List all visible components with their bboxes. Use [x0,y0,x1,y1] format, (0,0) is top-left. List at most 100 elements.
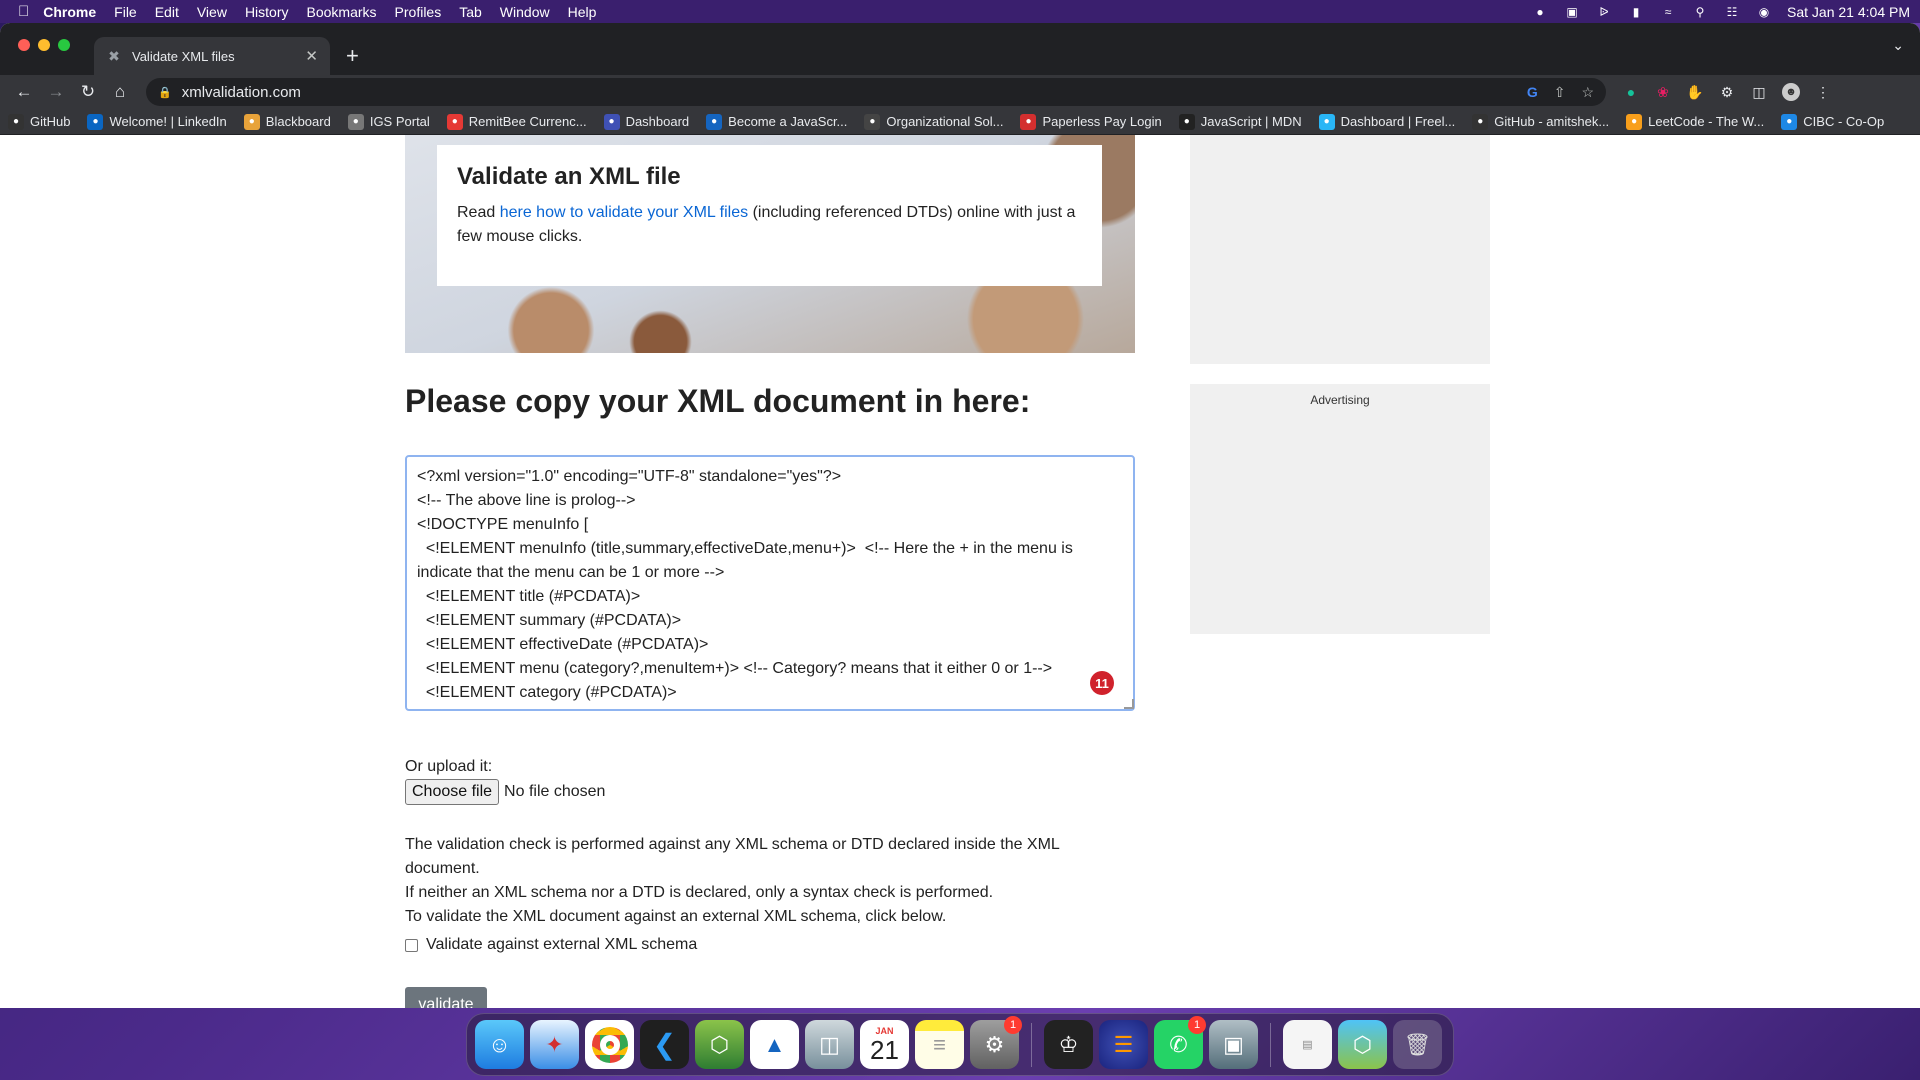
lock-icon[interactable]: 🔒 [158,86,172,99]
menu-window[interactable]: Window [500,4,550,20]
bookmark-item[interactable]: ● GitHub - amitshek... [1472,113,1609,130]
external-schema-label[interactable]: Validate against external XML schema [426,936,697,954]
menu-file[interactable]: File [114,4,137,20]
minimize-window-button[interactable] [38,39,50,51]
bookmark-item[interactable]: ● CIBC - Co-Op [1781,113,1885,130]
android-studio-doc-icon[interactable]: ⬡ [1338,1020,1387,1069]
display-icon[interactable]: ▣ [1563,5,1581,19]
bookmark-label: Paperless Pay Login [1042,114,1162,129]
bookmark-item[interactable]: ● Blackboard [243,113,331,130]
page-title: Please copy your XML document in here: [405,383,1031,419]
color-extension-icon[interactable]: ❀ [1654,83,1672,101]
close-window-button[interactable] [18,39,30,51]
bookmark-item[interactable]: ● Paperless Pay Login [1020,113,1162,130]
textarea-resize-handle[interactable] [1124,699,1134,709]
share-icon[interactable]: ⇧ [1554,84,1566,101]
menu-history[interactable]: History [245,4,289,20]
choose-file-button[interactable]: Choose file [405,779,500,805]
external-schema-checkbox[interactable] [405,938,418,952]
info-line-1: The validation check is performed agains… [405,836,1060,877]
bookmark-item[interactable]: ● Welcome! | LinkedIn [87,113,227,130]
url-text[interactable]: xmlvalidation.com [182,84,301,101]
dashboard-icon: ● [603,113,620,130]
menu-help[interactable]: Help [568,4,597,20]
app-store-icon[interactable]: ▲ [750,1020,799,1069]
battery-icon[interactable]: ▮ [1627,5,1645,19]
screen-record-icon[interactable]: ● [1531,5,1549,19]
validate-howto-link[interactable]: here how to validate your XML files [500,204,748,221]
keychain-icon[interactable]: ♔ [1044,1020,1093,1069]
tab-active[interactable]: ✖ Validate XML files ✕ [94,37,330,75]
whatsapp-icon[interactable]: ✆ 1 [1154,1016,1206,1069]
bookmark-label: Dashboard | Freel... [1340,114,1456,129]
hero-banner: Validate an XML file Read here how to va… [405,135,1135,353]
bookmark-item[interactable]: ● Dashboard | Freel... [1318,113,1456,130]
tab-search-chevron-icon[interactable]: ⌄ [1892,37,1904,54]
chrome-icon[interactable] [585,1020,634,1069]
bookmark-item[interactable]: ● RemitBee Currenc... [446,113,587,130]
validate-button[interactable]: validate [405,987,487,1008]
bluetooth-icon[interactable]: ᐉ [1595,5,1613,19]
bookmark-item[interactable]: ● JavaScript | MDN [1178,113,1302,130]
external-schema-option[interactable]: Validate against external XML schema [405,936,697,954]
siri-icon[interactable]: ◉ [1755,5,1773,19]
menu-clock[interactable]: Sat Jan 21 4:04 PM [1787,4,1910,20]
info-line-2: If neither an XML schema nor a DTD is de… [405,884,994,901]
forward-icon[interactable]: → [40,82,72,102]
close-tab-icon[interactable]: ✕ [305,47,318,65]
system-settings-icon[interactable]: ⚙ 1 [970,1016,1022,1069]
menu-tab[interactable]: Tab [459,4,482,20]
menu-edit[interactable]: Edit [155,4,179,20]
menu-bookmarks[interactable]: Bookmarks [307,4,377,20]
bookmark-item[interactable]: ● Dashboard [603,113,689,130]
extensions-puzzle-icon[interactable]: ⚙ [1718,83,1736,101]
macos-dock: ☺ ✦ ❮ ⬡ ▲ ◫ JAN 21 ≡ ⚙ 1 ♔ ☰ ✆ 1 ▣ ▤ ⬡ 🗑 [466,1013,1454,1076]
bookmark-item[interactable]: ● IGS Portal [347,113,430,130]
macos-menu-bar:  Chrome File Edit View History Bookmark… [0,0,1920,23]
bookmark-item[interactable]: ● Become a JavaScr... [706,113,847,130]
reload-icon[interactable]: ↻ [72,82,104,102]
safari-icon[interactable]: ✦ [530,1020,579,1069]
back-icon[interactable]: ← [8,82,40,102]
home-icon[interactable]: ⌂ [104,82,136,102]
control-center-icon[interactable]: ☷ [1723,5,1741,19]
xml-textarea[interactable]: <?xml version="1.0" encoding="UTF-8" sta… [405,455,1135,711]
eclipse-icon[interactable]: ☰ [1099,1020,1148,1069]
chrome-menu-icon[interactable]: ⋮ [1814,83,1832,101]
side-panel-icon[interactable]: ◫ [1750,83,1768,101]
grammarly-badge[interactable]: 11 [1090,671,1114,695]
profile-avatar[interactable]: ☻ [1782,83,1800,101]
database-icon[interactable]: ◫ [805,1020,854,1069]
bookmark-item[interactable]: ● GitHub [8,113,70,130]
menu-app-name[interactable]: Chrome [43,4,96,20]
remitbee-icon: ● [446,113,463,130]
adblock-extension-icon[interactable]: ✋ [1686,83,1704,101]
trash-icon[interactable]: 🗑 [1393,1020,1442,1069]
google-lens-icon[interactable]: G [1527,84,1538,101]
menu-profiles[interactable]: Profiles [395,4,442,20]
android-studio-icon[interactable]: ⬡ [695,1020,744,1069]
calendar-month: JAN [875,1025,894,1036]
notes-icon[interactable]: ≡ [915,1020,964,1069]
apple-menu-icon[interactable]:  [18,3,29,20]
bookmark-label: LeetCode - The W... [1648,114,1765,129]
wifi-icon[interactable]: ≈ [1659,5,1677,19]
bookmark-label: CIBC - Co-Op [1803,114,1885,129]
grammarly-extension-icon[interactable]: ● [1622,83,1640,101]
spotlight-search-icon[interactable]: ⚲ [1691,5,1709,19]
finder-icon[interactable]: ☺ [475,1020,524,1069]
address-bar[interactable]: 🔒 xmlvalidation.com G ⇧ ☆ [146,78,1606,106]
mdn-icon: ● [1178,113,1195,130]
docx-file-icon[interactable]: ▤ [1283,1020,1332,1069]
calendar-icon[interactable]: JAN 21 [860,1020,909,1069]
bookmark-item[interactable]: ● LeetCode - The W... [1626,113,1765,130]
bookmark-star-icon[interactable]: ☆ [1581,84,1594,101]
preview-icon[interactable]: ▣ [1209,1020,1258,1069]
zoom-window-button[interactable] [58,39,70,51]
hero-title: Validate an XML file [457,163,681,190]
new-tab-icon[interactable]: + [346,43,359,69]
vscode-icon[interactable]: ❮ [640,1020,689,1069]
igs-icon: ● [347,113,364,130]
bookmark-item[interactable]: ● Organizational Sol... [864,113,1003,130]
menu-view[interactable]: View [197,4,227,20]
